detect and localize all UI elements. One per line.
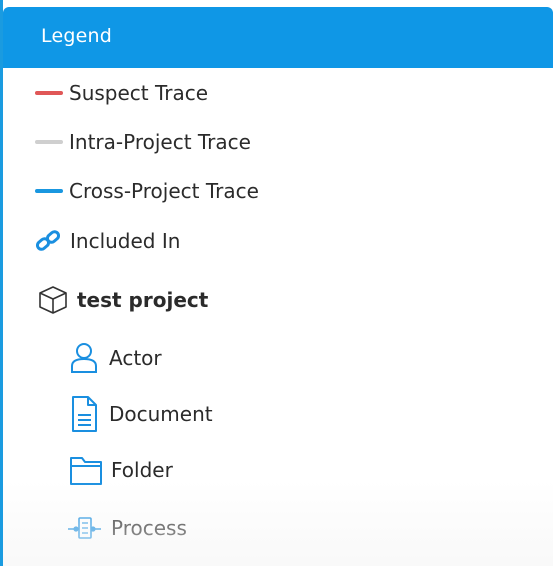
legend-header: Legend xyxy=(3,7,553,68)
legend-item-label: Folder xyxy=(111,458,173,482)
intra-project-trace-swatch xyxy=(35,140,63,144)
cube-icon xyxy=(37,284,69,316)
person-icon xyxy=(69,341,99,375)
project-label: test project xyxy=(77,288,209,312)
folder-icon xyxy=(69,453,103,487)
legend-item-process: Process xyxy=(3,511,187,545)
legend-item-label: Process xyxy=(111,516,187,540)
legend-title: Legend xyxy=(41,25,112,47)
legend-item-label: Included In xyxy=(70,229,181,253)
legend-item-included-in: Included In xyxy=(3,226,180,256)
document-icon xyxy=(69,394,99,434)
legend-item-actor: Actor xyxy=(3,341,162,375)
legend-panel: Legend Suspect Trace Intra-Project Trace… xyxy=(0,0,553,566)
process-icon xyxy=(67,514,103,542)
link-icon xyxy=(33,226,65,256)
legend-item-cross-project-trace: Cross-Project Trace xyxy=(3,176,259,206)
legend-item-label: Suspect Trace xyxy=(69,81,209,105)
legend-item-label: Document xyxy=(109,402,213,426)
legend-item-folder: Folder xyxy=(3,451,173,489)
legend-item-label: Intra-Project Trace xyxy=(69,130,251,154)
legend-item-suspect-trace: Suspect Trace xyxy=(3,78,208,108)
legend-item-label: Cross-Project Trace xyxy=(69,179,259,203)
suspect-trace-swatch xyxy=(35,91,63,95)
legend-item-intra-project-trace: Intra-Project Trace xyxy=(3,127,251,157)
legend-item-project: test project xyxy=(3,285,208,315)
cross-project-trace-swatch xyxy=(35,189,63,193)
legend-item-label: Actor xyxy=(109,346,162,370)
legend-item-document: Document xyxy=(3,394,213,434)
